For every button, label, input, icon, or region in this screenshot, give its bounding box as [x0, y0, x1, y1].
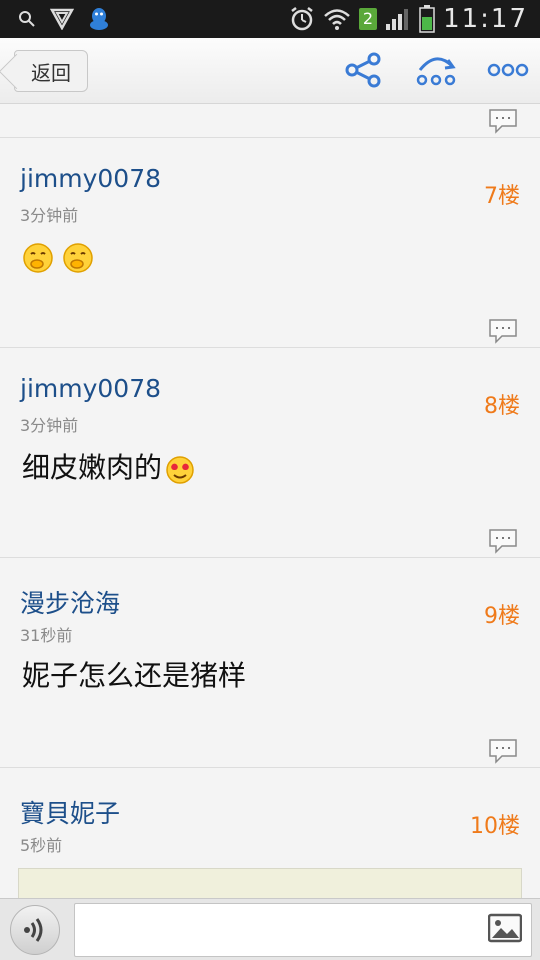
bottom-input-bar	[0, 898, 540, 960]
image-upload-icon[interactable]	[488, 913, 522, 943]
back-button[interactable]: 返回	[14, 50, 88, 92]
battery-icon	[419, 5, 435, 33]
post-text: 妮子怎么还是猪样	[22, 659, 247, 692]
reply-comment-icon[interactable]	[488, 738, 518, 764]
voice-input-button[interactable]	[10, 905, 60, 955]
reply-comment-icon[interactable]	[488, 108, 518, 134]
post-content: 细皮嫩肉的	[22, 446, 196, 486]
top-nav-bar: 返回	[0, 38, 540, 104]
list-item: jimmy0078 3分钟前 8楼 细皮嫩肉的	[0, 348, 540, 558]
post-username[interactable]: 寶貝妮子	[20, 794, 120, 830]
post-time: 3分钟前	[20, 206, 79, 225]
status-bar: 2 11:17	[0, 0, 540, 38]
post-floor: 8楼	[484, 394, 520, 419]
post-floor: 10楼	[470, 814, 520, 839]
giggle-emoji-icon	[23, 243, 53, 273]
post-username[interactable]: jimmy0078	[20, 164, 161, 193]
post-time: 5秒前	[20, 836, 63, 855]
post-content	[22, 242, 94, 274]
post-content: 妮子怎么还是猪样	[22, 654, 246, 694]
post-time: 31秒前	[20, 626, 73, 645]
reply-comment-icon[interactable]	[488, 528, 518, 554]
qq-icon	[90, 8, 108, 30]
voice-icon	[24, 918, 43, 942]
alarm-icon	[291, 7, 313, 31]
post-username[interactable]: 漫步沧海	[20, 584, 120, 620]
post-username[interactable]: jimmy0078	[20, 374, 161, 403]
previous-post-remnant	[0, 104, 540, 138]
giggle-emoji-icon	[63, 243, 93, 273]
post-time: 3分钟前	[20, 416, 79, 435]
clock: 11:17	[443, 4, 528, 34]
list-item: 漫步沧海 31秒前 9楼 妮子怎么还是猪样	[0, 558, 540, 768]
signal-icon	[386, 9, 409, 30]
reply-comment-icon[interactable]	[488, 318, 518, 344]
vpn-shield-icon	[50, 8, 74, 30]
search-icon	[19, 11, 35, 27]
list-item: jimmy0078 3分钟前 7楼	[0, 138, 540, 348]
post-floor: 9楼	[484, 604, 520, 629]
more-icon[interactable]	[486, 50, 530, 90]
sim-badge: 2	[358, 8, 378, 30]
heart-eyes-emoji-icon	[166, 456, 194, 484]
wifi-icon	[324, 9, 350, 30]
post-text: 细皮嫩肉的	[22, 451, 163, 484]
forward-icon[interactable]	[414, 50, 458, 90]
share-icon[interactable]	[342, 50, 386, 90]
reply-input[interactable]	[74, 903, 532, 957]
back-button-label: 返回	[31, 60, 71, 85]
post-floor: 7楼	[484, 184, 520, 209]
